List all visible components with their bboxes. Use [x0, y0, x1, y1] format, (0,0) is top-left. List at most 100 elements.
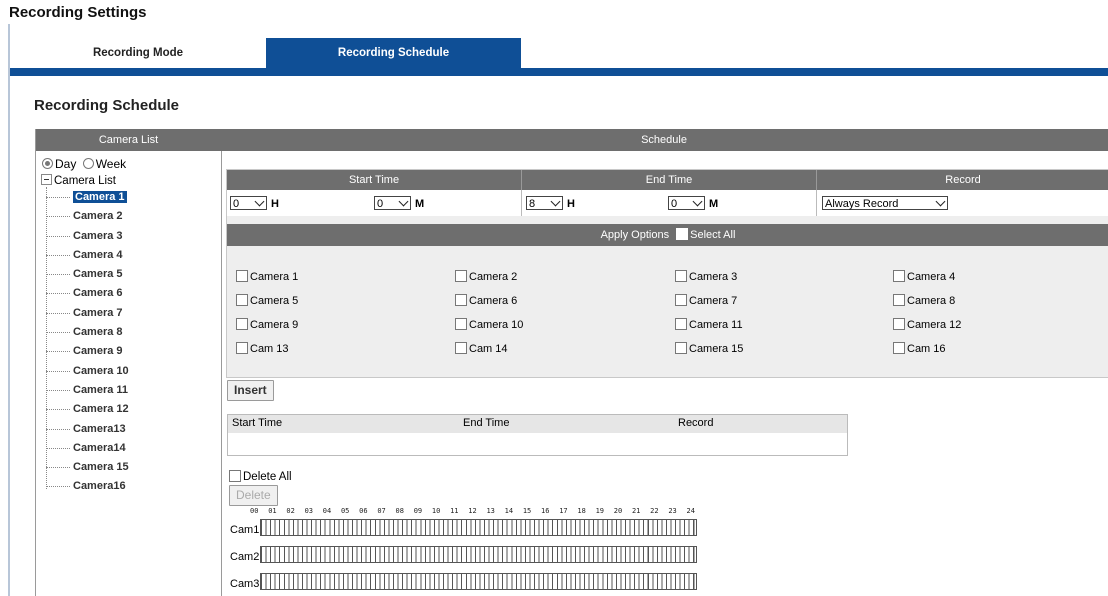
apply-camera-label: Camera 8 — [907, 295, 956, 307]
apply-camera-label: Camera 6 — [469, 295, 518, 307]
timeline-bar[interactable] — [260, 519, 697, 536]
apply-camera-checkbox[interactable] — [893, 342, 905, 354]
apply-camera-option: Camera 9 — [236, 318, 298, 331]
camera-tree-item[interactable]: Camera 6 — [46, 285, 129, 304]
apply-camera-checkbox[interactable] — [893, 294, 905, 306]
start-hour-select[interactable]: 0 — [230, 196, 267, 210]
record-type-select[interactable]: Always Record — [822, 196, 948, 210]
apply-camera-option: Camera 7 — [675, 294, 737, 307]
schedule-header: Schedule — [220, 129, 1108, 151]
end-hour-select[interactable]: 8 — [526, 196, 563, 210]
select-all-checkbox[interactable] — [676, 228, 689, 240]
apply-camera-checkbox[interactable] — [236, 342, 248, 354]
timeline-row-label: Cam1 — [230, 524, 260, 536]
apply-camera-option: Cam 13 — [236, 342, 289, 355]
camera-tree-item[interactable]: Camera 1 — [46, 189, 129, 208]
end-min-select[interactable]: 0 — [668, 196, 705, 210]
camera-tree-item[interactable]: Camera 10 — [46, 363, 129, 382]
camera-tree-item[interactable]: Camera 11 — [46, 382, 129, 401]
insert-button[interactable]: Insert — [227, 380, 274, 401]
camera-tree-label: Camera 11 — [73, 383, 129, 396]
apply-camera-checkbox[interactable] — [675, 270, 687, 282]
start-min-select[interactable]: 0 — [374, 196, 411, 210]
apply-camera-checkbox[interactable] — [675, 342, 687, 354]
apply-camera-label: Camera 10 — [469, 319, 524, 331]
delete-all-option: Delete All — [229, 470, 292, 483]
apply-camera-checkbox[interactable] — [236, 294, 248, 306]
select-all-label: Select All — [690, 229, 736, 241]
timeline-row-label: Cam2 — [230, 551, 260, 563]
schedule-list-header: Start Time End Time Record — [228, 415, 847, 433]
end-time-header: End Time — [522, 170, 817, 190]
apply-camera-checkbox[interactable] — [455, 318, 467, 330]
camera-tree-label: Camera 7 — [73, 306, 123, 319]
time-inputs-row: 0 H 0 M 8 H 0 M Always Record — [227, 190, 1108, 216]
camera-tree-item[interactable]: Camera16 — [46, 478, 129, 497]
apply-camera-option: Camera 4 — [893, 270, 955, 283]
tree-root[interactable]: Camera List — [41, 174, 116, 187]
camera-tree-label: Camera 2 — [73, 210, 123, 223]
timeline-bar[interactable] — [260, 573, 697, 590]
timeline-hours: 00 01 02 03 04 05 06 07 08 09 10 11 12 13 14 15 16 17 18 19… — [250, 507, 699, 515]
schedule-editor: Start Time End Time Record 0 H 0 M 8 H 0… — [226, 169, 1108, 378]
hour-unit: H — [271, 198, 279, 210]
apply-camera-label: Camera 2 — [469, 271, 518, 283]
timeline-bar[interactable] — [260, 546, 697, 563]
apply-camera-checkbox[interactable] — [893, 318, 905, 330]
apply-camera-checkbox[interactable] — [455, 294, 467, 306]
camera-tree-item[interactable]: Camera 8 — [46, 324, 129, 343]
camera-tree-item[interactable]: Camera 5 — [46, 266, 129, 285]
day-radio[interactable] — [42, 158, 53, 169]
apply-camera-label: Camera 5 — [250, 295, 299, 307]
week-radio[interactable] — [82, 158, 94, 169]
camera-tree-label: Camera 12 — [73, 403, 129, 416]
schedule-panel: Schedule Start Time End Time Record 0 H … — [220, 129, 1108, 596]
timeline-hour-label: 04 — [322, 507, 332, 515]
apply-camera-option: Camera 6 — [455, 294, 517, 307]
camera-tree-item[interactable]: Camera 9 — [46, 343, 129, 362]
apply-camera-checkbox[interactable] — [893, 270, 905, 282]
camera-tree-item[interactable]: Camera 15 — [46, 459, 129, 478]
tab-recording-schedule[interactable]: Recording Schedule — [266, 38, 521, 68]
day-label: Day — [55, 157, 77, 171]
timeline-row-label: Cam3 — [230, 578, 260, 590]
camera-list-header: Camera List — [36, 129, 221, 151]
camera-tree-label: Camera16 — [73, 480, 126, 493]
camera-tree-label: Camera 15 — [73, 461, 129, 474]
camera-tree-item[interactable]: Camera 3 — [46, 228, 129, 247]
chevron-down-icon — [692, 196, 703, 207]
timeline-hour-label: 14 — [504, 507, 514, 515]
timeline-hour-label: 15 — [522, 507, 532, 515]
apply-camera-checkbox[interactable] — [675, 318, 687, 330]
timeline-hour-label: 00 — [250, 507, 259, 515]
timeline-hour-label: 12 — [468, 507, 477, 515]
camera-tree-item[interactable]: Camera13 — [46, 421, 129, 440]
camera-tree-label: Camera14 — [73, 441, 126, 454]
camera-tree-label: Camera 1 — [73, 191, 127, 203]
apply-camera-checkbox[interactable] — [236, 270, 248, 282]
camera-tree-item[interactable]: Camera 4 — [46, 247, 129, 266]
collapse-icon[interactable] — [41, 174, 52, 185]
apply-camera-label: Camera 1 — [250, 271, 299, 283]
camera-tree-item[interactable]: Camera 7 — [46, 305, 129, 324]
camera-tree-item[interactable]: Camera 2 — [46, 208, 129, 227]
schedule-list-table: Start Time End Time Record — [227, 414, 848, 456]
apply-camera-checkbox[interactable] — [675, 294, 687, 306]
timeline-hour-label: 05 — [340, 507, 350, 515]
timeline-hour-label: 06 — [359, 507, 368, 515]
apply-camera-checkbox[interactable] — [455, 342, 467, 354]
delete-all-checkbox[interactable] — [229, 470, 241, 482]
delete-all-label: Delete All — [243, 471, 292, 483]
apply-camera-checkbox[interactable] — [455, 270, 467, 282]
delete-button[interactable]: Delete — [229, 485, 278, 506]
timeline-hour-label: 24 — [686, 507, 695, 515]
frame-border — [8, 24, 10, 596]
camera-tree-item[interactable]: Camera14 — [46, 440, 129, 459]
tab-recording-mode[interactable]: Recording Mode — [10, 38, 266, 68]
camera-tree-item[interactable]: Camera 12 — [46, 401, 129, 420]
timeline-hour-label: 08 — [395, 507, 404, 515]
timeline-hour-label: 19 — [595, 507, 604, 515]
apply-camera-checkbox[interactable] — [236, 318, 248, 330]
day-week-toggle: Day Week — [42, 157, 126, 171]
tab-bar: Recording Mode Recording Schedule — [10, 38, 1108, 68]
